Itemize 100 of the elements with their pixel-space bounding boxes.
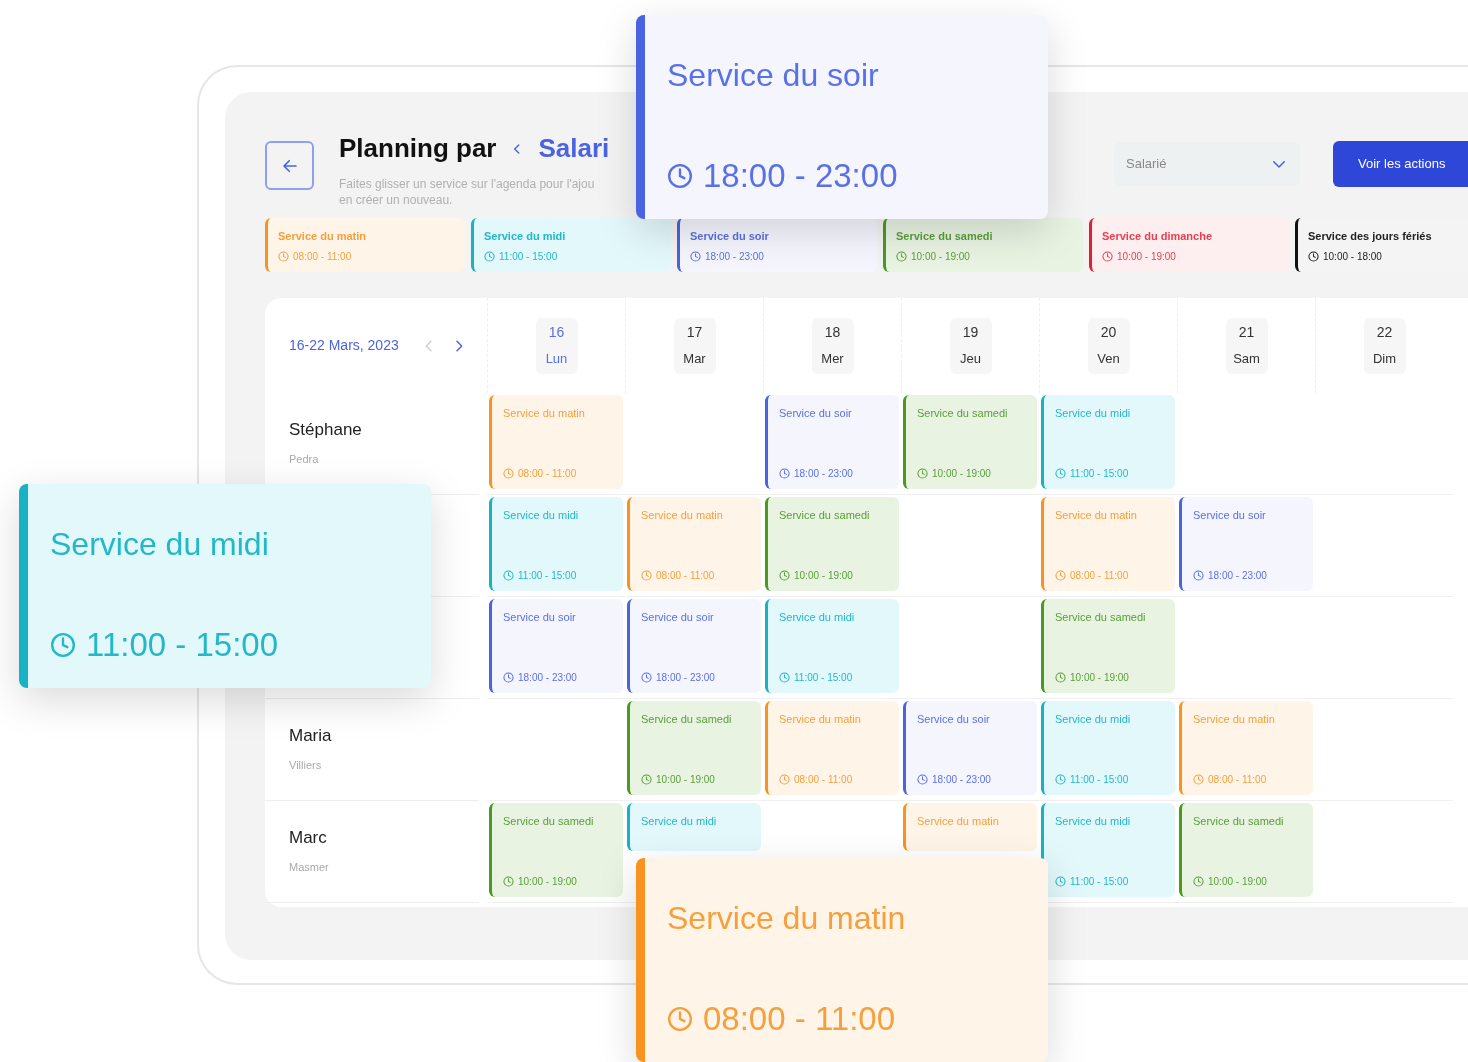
shift-time: 10:00 - 19:00: [1070, 671, 1129, 685]
day-number: 22: [1376, 323, 1393, 343]
shift-card[interactable]: Service du soir 18:00 - 23:00: [903, 701, 1037, 795]
shift-title: Service du soir: [1193, 508, 1267, 523]
back-button[interactable]: [265, 141, 314, 190]
clock-icon: [484, 250, 495, 262]
clock-icon: [667, 1005, 693, 1032]
shift-time: 18:00 - 23:00: [518, 671, 577, 685]
shift-title: Service du samedi: [917, 406, 1009, 421]
clock-icon: [779, 468, 790, 479]
clock-icon: [1055, 570, 1066, 581]
day-header[interactable]: 17 Mar: [673, 317, 716, 374]
employee-dropdown[interactable]: Salarié: [1114, 142, 1300, 186]
employee-name: Marc: [289, 827, 328, 849]
day-header[interactable]: 16 Lun: [535, 317, 578, 374]
shift-title: Service du matin: [779, 712, 862, 727]
shift-card[interactable]: Service du midi: [627, 803, 761, 851]
service-time: 10:00 - 19:00: [1117, 249, 1176, 264]
shift-time: 11:00 - 15:00: [1070, 773, 1129, 787]
shift-title: Service du soir: [641, 610, 715, 625]
shift-card[interactable]: Service du samedi 10:00 - 19:00: [1179, 803, 1313, 897]
day-label: Dim: [1372, 350, 1397, 369]
shift-title: Service du matin: [1193, 712, 1276, 727]
service-time: 11:00 - 15:00: [499, 249, 558, 264]
shift-card[interactable]: Service du matin: [903, 803, 1037, 851]
shift-title: Service du soir: [779, 406, 853, 421]
date-range: 16-22 Mars, 2023: [289, 336, 399, 355]
clock-icon: [641, 570, 652, 581]
service-title: Service du dimanche: [1102, 229, 1214, 244]
clock-icon: [1193, 774, 1204, 785]
clock-icon: [503, 468, 514, 479]
clock-icon: [1055, 672, 1066, 683]
employee-name: Stéphane: [289, 419, 363, 441]
shift-card[interactable]: Service du samedi 10:00 - 19:00: [903, 395, 1037, 489]
shift-time: 11:00 - 15:00: [1070, 875, 1129, 889]
shift-time: 10:00 - 19:00: [656, 773, 715, 787]
shift-title: Service du matin: [641, 508, 724, 523]
service-chip[interactable]: Service du samedi 10:00 - 19:00: [883, 218, 1083, 272]
page-subtitle: Faites glisser un service sur l'agenda pour l'ajou en créer un nouveau.: [339, 176, 596, 208]
shift-card[interactable]: Service du samedi 10:00 - 19:00: [1041, 599, 1175, 693]
shift-card[interactable]: Service du matin 08:00 - 11:00: [1041, 497, 1175, 591]
shift-card[interactable]: Service du samedi 10:00 - 19:00: [489, 803, 623, 897]
clock-icon: [503, 876, 514, 887]
shift-card[interactable]: Service du matin 08:00 - 11:00: [627, 497, 761, 591]
day-header[interactable]: 19 Jeu: [949, 317, 992, 374]
shift-time: 11:00 - 15:00: [794, 671, 853, 685]
shift-time: 08:00 - 11:00: [1208, 773, 1267, 787]
day-label: Sam: [1233, 350, 1260, 369]
service-time: 18:00 - 23:00: [705, 249, 764, 264]
clock-icon: [1055, 774, 1066, 785]
shift-card[interactable]: Service du midi 11:00 - 15:00: [1041, 395, 1175, 489]
shift-card[interactable]: Service du matin 08:00 - 11:00: [489, 395, 623, 489]
employee-surname: Pedra: [289, 451, 320, 467]
shift-time: 18:00 - 23:00: [1208, 569, 1267, 583]
service-title: Service du matin: [278, 229, 368, 244]
shift-title: Service du midi: [1055, 712, 1132, 727]
day-number: 18: [824, 323, 841, 343]
day-header[interactable]: 22 Dim: [1363, 317, 1406, 374]
clock-icon: [278, 250, 289, 262]
day-header[interactable]: 18 Mer: [811, 317, 854, 374]
shift-title: Service du matin: [917, 814, 1000, 829]
shift-title: Service du matin: [1055, 508, 1138, 523]
day-header[interactable]: 21 Sam: [1225, 317, 1268, 374]
day-number: 20: [1100, 323, 1117, 343]
breadcrumb-link[interactable]: Salari: [538, 129, 610, 168]
clock-icon: [779, 672, 790, 683]
shift-card[interactable]: Service du soir 18:00 - 23:00: [489, 599, 623, 693]
day-header[interactable]: 20 Ven: [1087, 317, 1130, 374]
clock-icon: [690, 250, 701, 262]
shift-card[interactable]: Service du midi 11:00 - 15:00: [765, 599, 899, 693]
shift-title: Service du matin: [503, 406, 586, 421]
clock-icon: [779, 774, 790, 785]
day-label: Jeu: [960, 350, 981, 369]
service-chip[interactable]: Service du soir 18:00 - 23:00: [677, 218, 877, 272]
day-label: Mar: [683, 350, 706, 369]
shift-card[interactable]: Service du matin 08:00 - 11:00: [765, 701, 899, 795]
shift-card[interactable]: Service du soir 18:00 - 23:00: [627, 599, 761, 693]
shift-card[interactable]: Service du midi 11:00 - 15:00: [489, 497, 623, 591]
clock-icon: [1308, 250, 1319, 262]
actions-button[interactable]: Voir les actions: [1333, 141, 1468, 187]
shift-card[interactable]: Service du matin 08:00 - 11:00: [1179, 701, 1313, 795]
shift-card[interactable]: Service du soir 18:00 - 23:00: [765, 395, 899, 489]
service-time: 10:00 - 19:00: [911, 249, 970, 264]
clock-icon: [917, 774, 928, 785]
service-chip[interactable]: Service du midi 11:00 - 15:00: [471, 218, 671, 272]
shift-time: 08:00 - 11:00: [518, 467, 577, 481]
shift-card[interactable]: Service du midi 11:00 - 15:00: [1041, 803, 1175, 897]
service-chip[interactable]: Service du matin 08:00 - 11:00: [265, 218, 465, 272]
shift-card[interactable]: Service du samedi 10:00 - 19:00: [627, 701, 761, 795]
preview-title: Service du midi: [50, 525, 270, 564]
shift-card[interactable]: Service du samedi 10:00 - 19:00: [765, 497, 899, 591]
shift-title: Service du midi: [1055, 406, 1132, 421]
preview-title: Service du matin: [667, 899, 907, 938]
shift-time: 10:00 - 19:00: [932, 467, 991, 481]
service-chip[interactable]: Service du dimanche 10:00 - 19:00: [1089, 218, 1289, 272]
shift-card[interactable]: Service du midi 11:00 - 15:00: [1041, 701, 1175, 795]
shift-card[interactable]: Service du soir 18:00 - 23:00: [1179, 497, 1313, 591]
shift-time: 10:00 - 19:00: [518, 875, 577, 889]
shift-time: 08:00 - 11:00: [656, 569, 715, 583]
employee-surname: Villiers: [289, 757, 323, 773]
